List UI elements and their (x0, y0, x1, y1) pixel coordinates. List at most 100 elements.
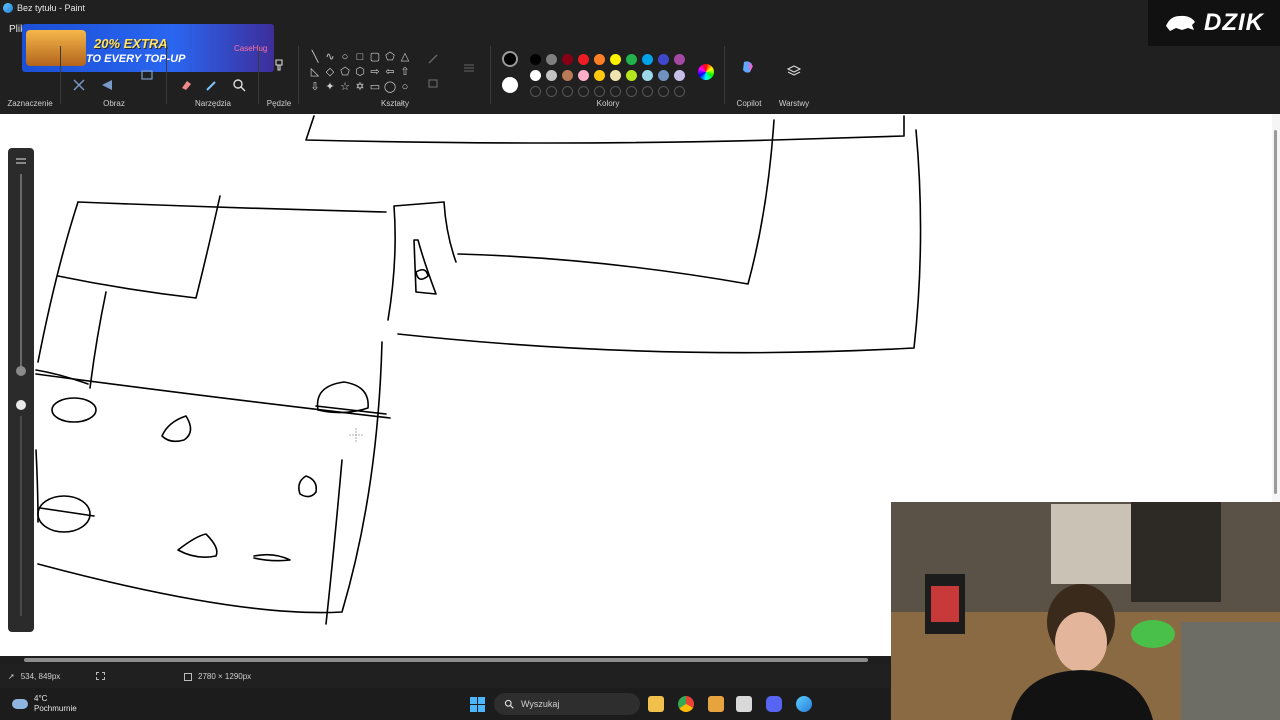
color-swatch[interactable] (674, 54, 685, 65)
star5-shape-icon[interactable]: ☆ (338, 80, 352, 94)
group-copilot: Copilot (726, 44, 772, 114)
discord-icon[interactable] (766, 696, 782, 712)
custom-color-slot[interactable] (610, 86, 621, 97)
chrome-icon[interactable] (678, 696, 694, 712)
color-swatch[interactable] (530, 54, 541, 65)
arrow-up-shape-icon[interactable]: ⇧ (398, 65, 412, 79)
stroke (39, 507, 95, 517)
outline-icon[interactable] (424, 50, 442, 68)
cursor-crosshair-icon (349, 428, 363, 442)
shape-fill-style-icon[interactable] (460, 58, 478, 76)
pentagon-shape-icon[interactable]: ⬠ (338, 65, 352, 79)
color-swatch[interactable] (546, 70, 557, 81)
color-swatch[interactable] (594, 54, 605, 65)
custom-color-slot[interactable] (658, 86, 669, 97)
brush-icon[interactable] (270, 56, 288, 74)
arrow-left-shape-icon[interactable]: ⇦ (383, 65, 397, 79)
rectangle-shape-icon[interactable]: □ (353, 50, 367, 64)
color-picker-icon[interactable] (203, 76, 221, 94)
color-swatch[interactable] (642, 70, 653, 81)
callout-rect-shape-icon[interactable]: ▭ (368, 80, 382, 94)
color-swatch[interactable] (658, 70, 669, 81)
zoom-slider-thumb[interactable] (16, 366, 26, 376)
zoom-panel (8, 148, 34, 632)
line-shape-icon[interactable]: ╲ (308, 50, 322, 64)
arrow-right-shape-icon[interactable]: ⇨ (368, 65, 382, 79)
polygon-shape-icon[interactable]: ⬠ (383, 50, 397, 64)
color-swatch[interactable] (610, 54, 621, 65)
arrow-down-shape-icon[interactable]: ⇩ (308, 80, 322, 94)
stroke (397, 129, 922, 354)
crop-icon[interactable] (138, 66, 156, 84)
weather-widget[interactable]: 4°C Pochmurnie (12, 694, 77, 714)
fill-icon[interactable] (424, 74, 442, 92)
layers-icon[interactable] (785, 62, 803, 80)
color-swatch[interactable] (562, 70, 573, 81)
color-swatch[interactable] (626, 54, 637, 65)
hexagon-shape-icon[interactable]: ⬡ (353, 65, 367, 79)
cloud-shape-icon[interactable]: ○ (398, 80, 412, 94)
color-swatch[interactable] (658, 54, 669, 65)
paint-taskbar-icon[interactable] (796, 696, 812, 712)
group-label-colors: Kolory (596, 99, 620, 108)
color-swatch[interactable] (626, 70, 637, 81)
opacity-slider-track[interactable] (20, 416, 22, 616)
oval-shape-icon[interactable]: ○ (338, 50, 352, 64)
vertical-scroll-thumb[interactable] (1274, 130, 1277, 494)
rotate-icon[interactable] (98, 76, 116, 94)
taskbar-search[interactable]: Wyszukaj (494, 693, 640, 715)
ribbon-divider (724, 46, 725, 104)
star4-shape-icon[interactable]: ✦ (323, 80, 337, 94)
file-explorer-icon[interactable] (648, 696, 664, 712)
copilot-icon[interactable] (739, 58, 757, 76)
custom-color-slot[interactable] (578, 86, 589, 97)
horizontal-scroll-thumb[interactable] (24, 658, 868, 662)
resize-icon[interactable] (70, 76, 88, 94)
windows-start-icon[interactable] (470, 697, 485, 712)
eraser-icon[interactable] (177, 76, 195, 94)
curve-shape-icon[interactable]: ∿ (323, 50, 337, 64)
triangle-shape-icon[interactable]: △ (398, 50, 412, 64)
webcam-feed (891, 502, 1280, 720)
app-icon[interactable] (708, 696, 724, 712)
zoom-handle-icon[interactable] (16, 158, 26, 164)
ribbon-divider (490, 46, 491, 104)
diamond-shape-icon[interactable]: ◇ (323, 65, 337, 79)
zoom-slider-track[interactable] (20, 174, 22, 374)
color-swatch[interactable] (578, 70, 589, 81)
group-label-layers: Warstwy (778, 99, 810, 108)
custom-color-slot[interactable] (594, 86, 605, 97)
color-swatch[interactable] (674, 70, 685, 81)
snipping-tool-icon[interactable] (736, 696, 752, 712)
pointer-icon: ➚ (8, 672, 15, 681)
stroke (457, 119, 775, 285)
custom-color-slot[interactable] (546, 86, 557, 97)
color-swatch[interactable] (562, 54, 573, 65)
primary-color-swatch[interactable] (502, 51, 518, 67)
color-swatch[interactable] (530, 70, 541, 81)
color-swatch[interactable] (610, 70, 621, 81)
star6-shape-icon[interactable]: ✡ (353, 80, 367, 94)
custom-color-slot[interactable] (674, 86, 685, 97)
stroke (77, 201, 387, 213)
color-swatch[interactable] (594, 70, 605, 81)
stroke (57, 195, 221, 299)
rounded-rect-shape-icon[interactable]: ▢ (368, 50, 382, 64)
opacity-icon[interactable] (16, 400, 26, 410)
callout-oval-shape-icon[interactable]: ◯ (383, 80, 397, 94)
custom-color-slot[interactable] (562, 86, 573, 97)
color-swatch[interactable] (578, 54, 589, 65)
right-triangle-shape-icon[interactable]: ◺ (308, 65, 322, 79)
dzik-logo-text: DZIK (1204, 9, 1264, 36)
color-swatch[interactable] (642, 54, 653, 65)
edit-colors-icon[interactable] (698, 64, 714, 80)
color-swatch[interactable] (546, 54, 557, 65)
secondary-color-swatch[interactable] (502, 77, 518, 93)
custom-color-slot[interactable] (530, 86, 541, 97)
group-selection: Zaznaczenie (0, 44, 60, 114)
search-placeholder: Wyszukaj (521, 699, 560, 709)
custom-color-slot[interactable] (642, 86, 653, 97)
group-colors: Kolory (492, 44, 724, 114)
magnifier-icon[interactable] (230, 76, 248, 94)
custom-color-slot[interactable] (626, 86, 637, 97)
